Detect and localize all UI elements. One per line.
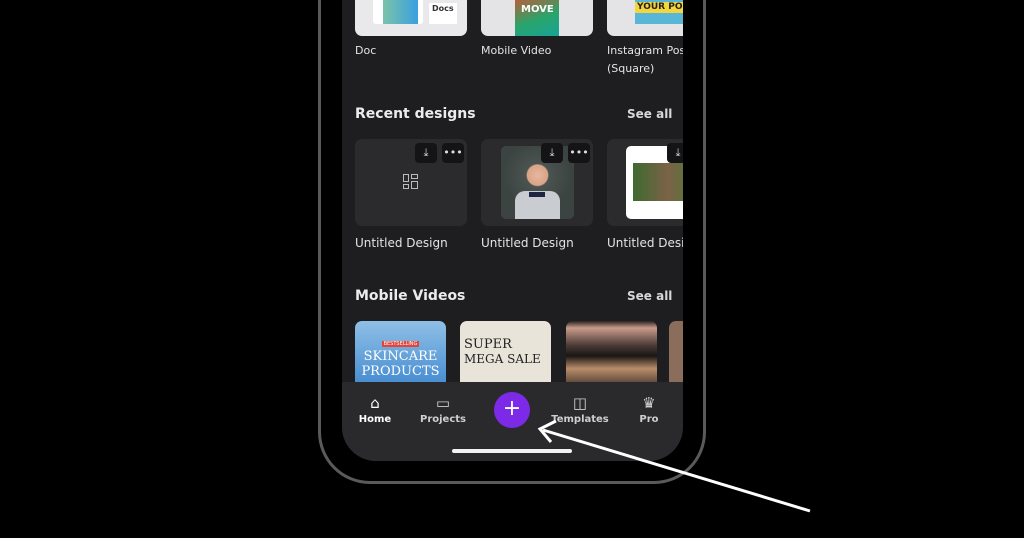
- arrow-line: [542, 428, 811, 513]
- annotation-arrow: [537, 419, 811, 513]
